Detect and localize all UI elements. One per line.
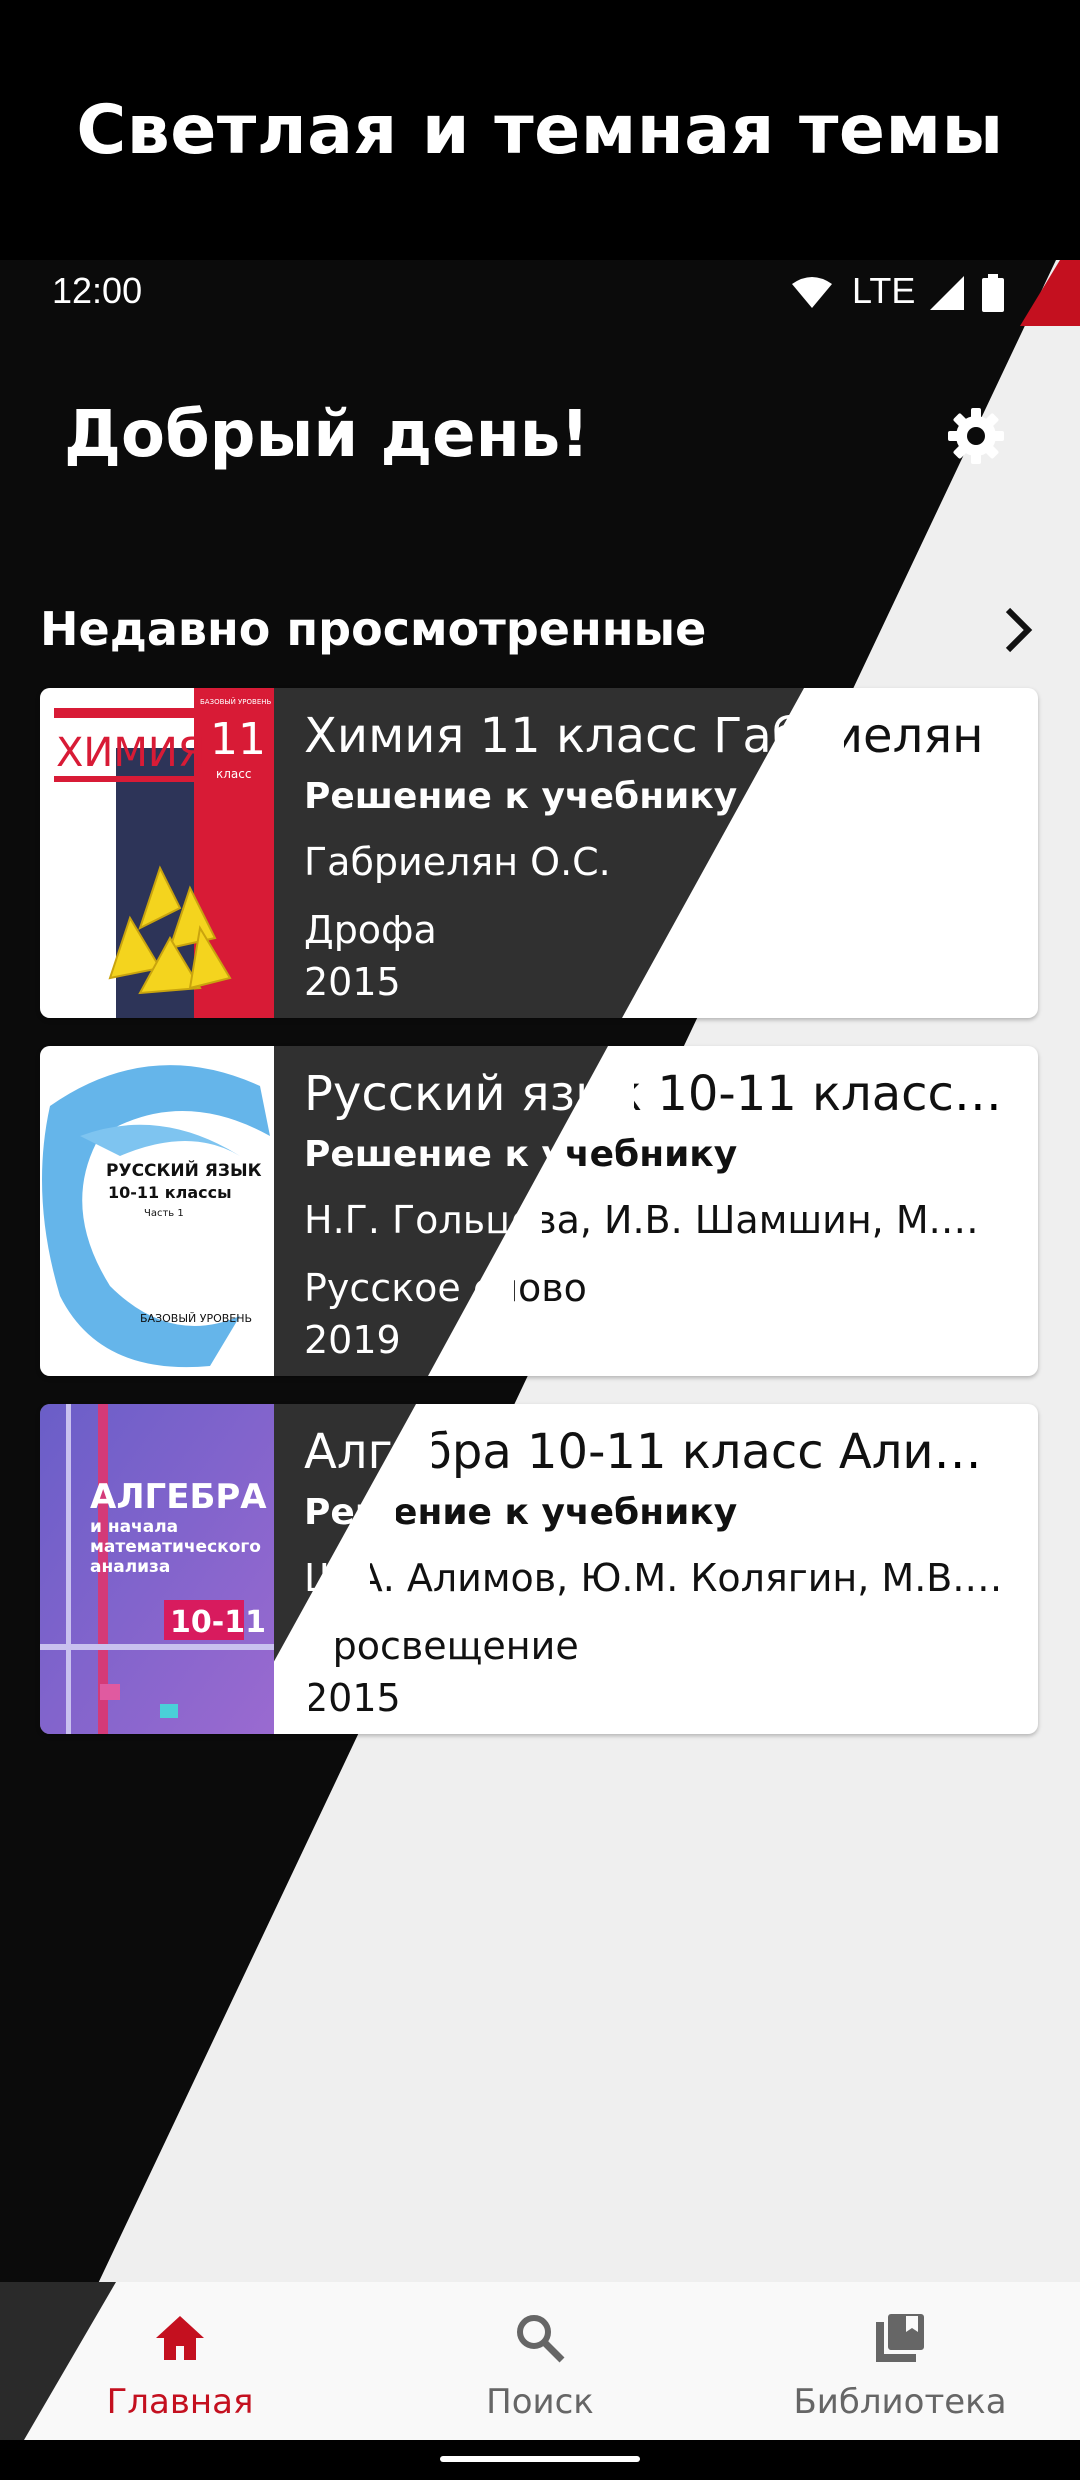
book-title: Химия 11 класс Габриелян — [304, 708, 984, 764]
cover-note: БАЗОВЫЙ УРОВЕНЬ — [200, 697, 272, 706]
banner-title: Светлая и темная темы — [76, 90, 1004, 170]
book-subtitle: Решение к учебнику — [304, 1134, 738, 1175]
search-icon — [517, 2315, 565, 2363]
cover-line2: и начала — [90, 1517, 178, 1537]
nav-label: Главная — [106, 2382, 254, 2422]
cover-line4: анализа — [90, 1557, 170, 1577]
status-bar: 12:00 LTE — [0, 260, 1080, 326]
book-title: Алгебра 10-11 класс Алимов — [304, 1424, 1004, 1480]
cover-subtitle: 10-11 классы — [108, 1183, 232, 1202]
promo-banner: Светлая и темная темы — [0, 0, 1080, 260]
book-subtitle: Решение к учебнику — [304, 1492, 738, 1533]
book-publisher: Русское слово — [304, 1266, 587, 1310]
network-type: LTE — [852, 270, 916, 311]
book-card[interactable]: РУССКИЙ ЯЗЫК 10-11 классы Часть 1 БАЗОВЫ… — [40, 1046, 1038, 1376]
book-publisher: Дрофа — [304, 908, 437, 952]
book-subtitle: Решение к учебнику — [304, 776, 738, 817]
cover-title: АЛГЕБРА — [90, 1477, 267, 1517]
book-card[interactable]: ХИМИЯ 11 класс БАЗОВЫЙ УРОВЕНЬ Химия 11 … — [40, 688, 1038, 1018]
chevron-right-icon[interactable] — [998, 602, 1038, 658]
cover-grade: 11 — [210, 714, 266, 765]
book-cover: АЛГЕБРА и начала математического анализа… — [40, 1404, 274, 1734]
book-year: 2015 — [304, 960, 401, 1004]
recent-section-title: Недавно просмотренные — [40, 602, 707, 656]
book-year: 2015 — [304, 1676, 401, 1720]
status-time: 12:00 — [52, 270, 143, 311]
phone-screen: 12:00 LTE Добрый день! Недавно просмотре… — [0, 260, 1080, 2480]
book-year: 2019 — [304, 1318, 401, 1362]
cover-grade: 10-11 — [170, 1605, 266, 1640]
home-indicator[interactable] — [440, 2456, 640, 2462]
book-cover: ХИМИЯ 11 класс БАЗОВЫЙ УРОВЕНЬ — [40, 688, 274, 1018]
greeting-title: Добрый день! — [64, 398, 590, 472]
book-authors: Габриелян О.С. — [304, 840, 611, 884]
cover-title: ХИМИЯ — [56, 730, 206, 776]
library-icon — [876, 2314, 924, 2362]
cover-title: РУССКИЙ ЯЗЫК — [106, 1159, 262, 1181]
book-cover: РУССКИЙ ЯЗЫК 10-11 классы Часть 1 БАЗОВЫ… — [40, 1046, 274, 1376]
settings-gear-icon[interactable] — [944, 404, 1008, 468]
cover-grade-label: класс — [216, 767, 251, 781]
book-publisher: Просвещение — [304, 1624, 579, 1668]
home-icon — [156, 2316, 204, 2360]
book-title: Русский язык 10-11 класс Гольцова — [304, 1066, 1004, 1122]
nav-label: Поиск — [486, 2382, 594, 2422]
nav-item-library[interactable]: Библиотека — [720, 2282, 1080, 2440]
cover-level: БАЗОВЫЙ УРОВЕНЬ — [140, 1312, 252, 1325]
signal-icon — [930, 276, 964, 310]
cover-part: Часть 1 — [144, 1208, 184, 1219]
cover-line3: математического — [90, 1537, 261, 1557]
wifi-icon — [792, 277, 832, 308]
nav-item-home[interactable]: Главная — [0, 2282, 360, 2440]
nav-item-search[interactable]: Поиск — [360, 2282, 720, 2440]
book-authors: Ш.А. Алимов, Ю.М. Колягин, М.В. Ткачёва — [304, 1556, 1004, 1600]
book-authors: Н.Г. Гольцова, И.В. Шамшин, М.А. Мищерин… — [304, 1198, 1004, 1242]
book-card[interactable]: АЛГЕБРА и начала математического анализа… — [40, 1404, 1038, 1734]
nav-label: Библиотека — [793, 2382, 1007, 2422]
battery-icon — [982, 274, 1004, 312]
